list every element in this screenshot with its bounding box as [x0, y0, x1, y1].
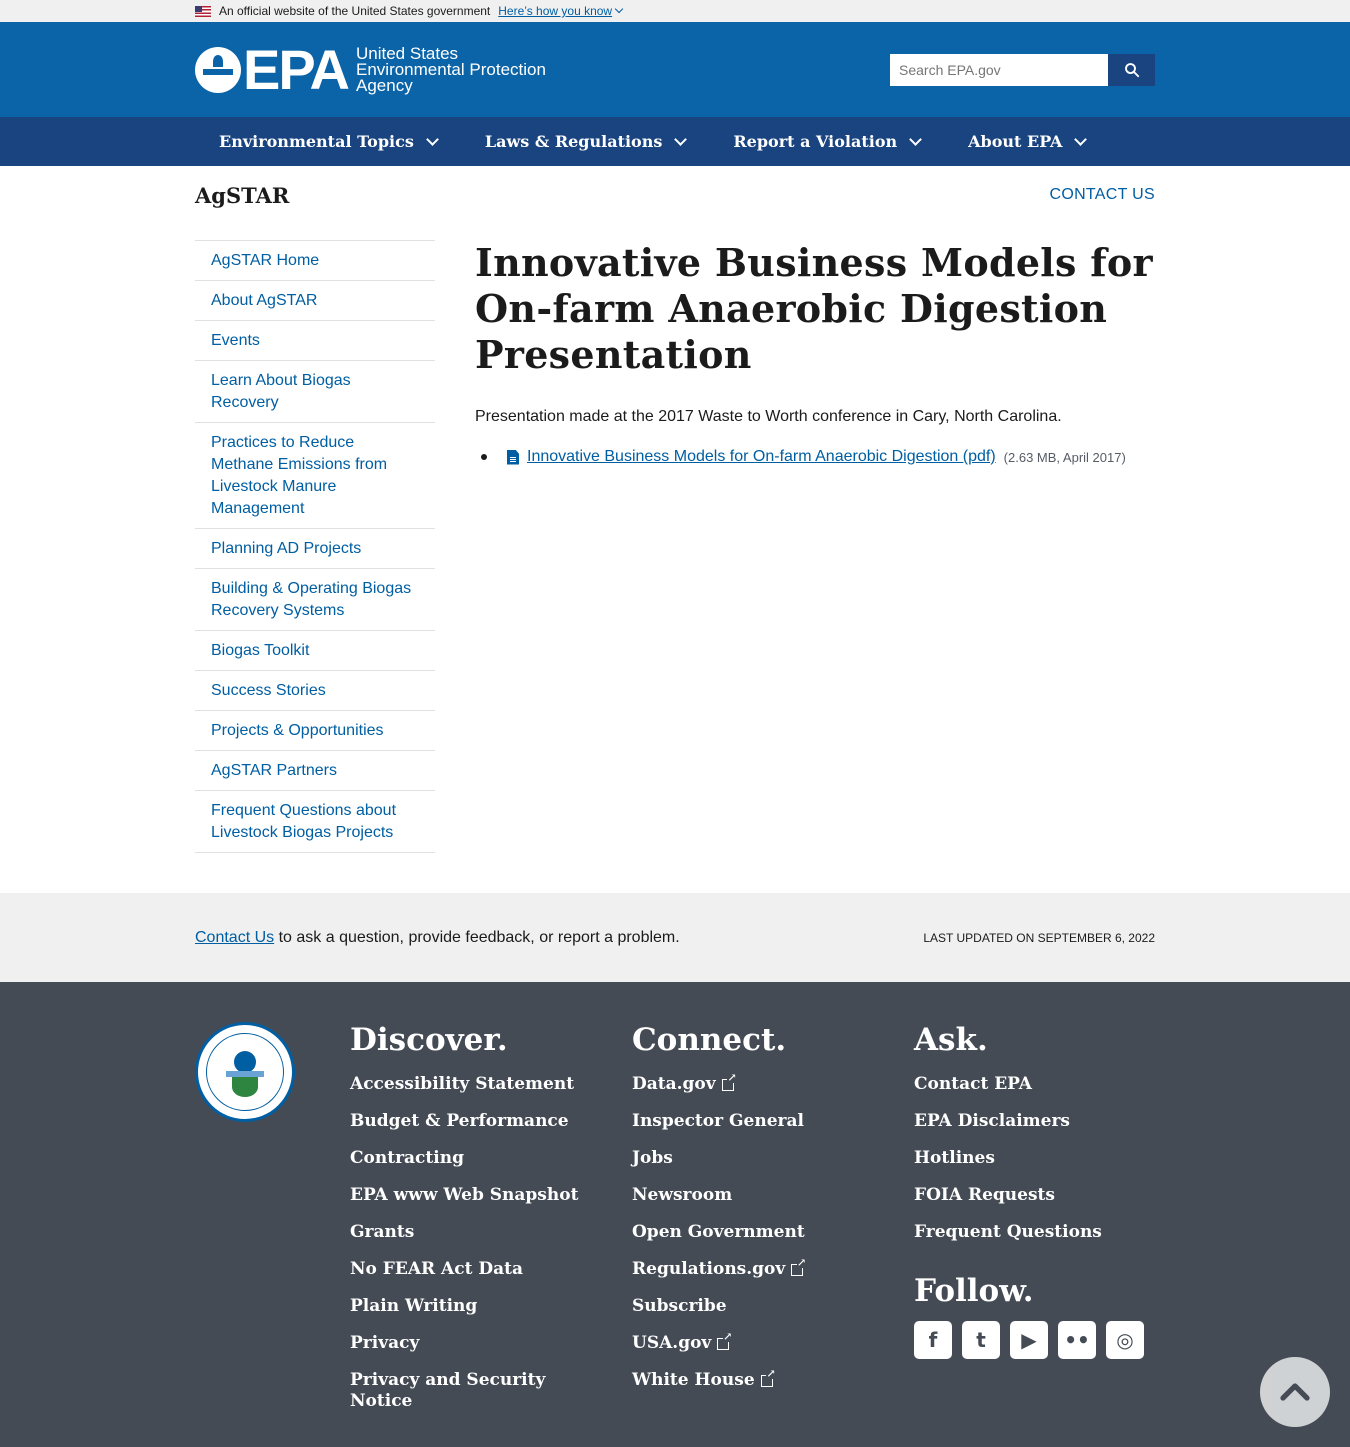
footer-follow: Follow. f t ▶ •• ◎	[914, 1273, 1196, 1359]
chevron-down-icon	[674, 132, 688, 146]
footer-link[interactable]: Grants	[350, 1214, 580, 1251]
epa-flower-icon	[195, 46, 241, 93]
footer-link[interactable]: FOIA Requests	[914, 1177, 1144, 1214]
back-to-top-button[interactable]	[1260, 1357, 1330, 1427]
external-link-icon	[717, 1331, 733, 1350]
side-navigation: AgSTAR Home About AgSTAR Events Learn Ab…	[195, 240, 435, 853]
search-input[interactable]	[890, 53, 1108, 86]
footer-link[interactable]: No FEAR Act Data	[350, 1251, 580, 1288]
page-title: Innovative Business Models for On-farm A…	[475, 240, 1153, 377]
footer-connect: Connect. Data.gov Inspector General Jobs…	[632, 1022, 914, 1420]
bullet-icon	[481, 454, 487, 460]
facebook-icon[interactable]: f	[914, 1321, 952, 1359]
footer-link[interactable]: Contracting	[350, 1140, 580, 1177]
feedback-bar: Contact Us to ask a question, provide fe…	[0, 893, 1350, 982]
file-icon	[507, 449, 519, 465]
external-link-icon	[791, 1257, 807, 1276]
external-link-icon	[760, 1368, 776, 1387]
intro-text: Presentation made at the 2017 Waste to W…	[475, 408, 1062, 425]
sidenav-item-projects[interactable]: Projects & Opportunities	[195, 711, 435, 751]
nav-laws-regulations[interactable]: Laws & Regulations	[485, 132, 688, 151]
sidenav-item-methane-practices[interactable]: Practices to Reduce Methane Emissions fr…	[195, 423, 435, 529]
sidenav-item-biogas-toolkit[interactable]: Biogas Toolkit	[195, 631, 435, 671]
chevron-down-icon	[1074, 132, 1088, 146]
file-meta: (2.63 MB, April 2017)	[1003, 449, 1126, 465]
footer-link[interactable]: Hotlines	[914, 1140, 1144, 1177]
logo-acronym: EPA	[243, 37, 350, 101]
nav-about-epa[interactable]: About EPA	[968, 132, 1088, 151]
sidenav-item-planning-ad[interactable]: Planning AD Projects	[195, 529, 435, 569]
chevron-up-icon	[1280, 1383, 1310, 1401]
footer-link[interactable]: Data.gov	[632, 1066, 862, 1103]
footer-heading-connect: Connect.	[632, 1022, 787, 1058]
instagram-icon[interactable]: ◎	[1106, 1321, 1144, 1359]
flickr-icon[interactable]: ••	[1058, 1321, 1096, 1359]
twitter-icon[interactable]: t	[962, 1321, 1000, 1359]
chevron-down-icon	[909, 132, 922, 146]
youtube-icon[interactable]: ▶	[1010, 1321, 1048, 1359]
footer-link[interactable]: Inspector General	[632, 1103, 862, 1140]
chevron-down-icon	[614, 4, 624, 14]
search-button[interactable]	[1108, 53, 1155, 86]
heres-how-you-know-link[interactable]: Here’s how you know	[498, 4, 624, 18]
footer-link[interactable]: Jobs	[632, 1140, 862, 1177]
footer-link[interactable]: Open Government	[632, 1214, 862, 1251]
chevron-down-icon	[425, 132, 439, 146]
footer-link[interactable]: Subscribe	[632, 1288, 862, 1325]
footer-link[interactable]: Accessibility Statement	[350, 1066, 580, 1103]
footer-link[interactable]: Budget & Performance	[350, 1103, 580, 1140]
article-content: Innovative Business Models for On-farm A…	[475, 240, 1155, 852]
footer-link[interactable]: Frequent Questions	[914, 1214, 1144, 1251]
sidenav-item-faq[interactable]: Frequent Questions about Livestock Bioga…	[195, 791, 435, 853]
footer-heading-discover: Discover.	[350, 1022, 508, 1058]
contact-us-link[interactable]: CONTACT US	[1049, 186, 1155, 204]
external-link-icon	[721, 1072, 737, 1091]
footer-heading-follow: Follow.	[914, 1273, 1034, 1309]
sidenav-item-building-operating[interactable]: Building & Operating Biogas Recovery Sys…	[195, 569, 435, 631]
sidenav-item-about-agstar[interactable]: About AgSTAR	[195, 281, 435, 321]
pdf-download-link[interactable]: Innovative Business Models for On-farm A…	[527, 448, 996, 466]
footer-link[interactable]: Privacy	[350, 1325, 580, 1362]
sidenav-item-partners[interactable]: AgSTAR Partners	[195, 751, 435, 791]
footer-ask: Ask. Contact EPA EPA Disclaimers Hotline…	[914, 1022, 1196, 1420]
site-subheader: AgSTAR CONTACT US	[195, 166, 1155, 224]
epa-seal-icon	[195, 1022, 295, 1122]
sidenav-item-agstar-home[interactable]: AgSTAR Home	[195, 241, 435, 281]
main-nav: Environmental Topics Laws & Regulations …	[0, 117, 1350, 166]
logo-agency-name: United States Environmental Protection A…	[356, 43, 546, 95]
feedback-contact-link[interactable]: Contact Us	[195, 929, 274, 946]
footer-link[interactable]: EPA www Web Snapshot	[350, 1177, 580, 1214]
nav-report-violation[interactable]: Report a Violation	[733, 132, 922, 151]
site-footer: Discover. Accessibility Statement Budget…	[0, 982, 1350, 1447]
nav-environmental-topics[interactable]: Environmental Topics	[219, 132, 439, 151]
social-links: f t ▶ •• ◎	[914, 1321, 1196, 1359]
footer-link[interactable]: Plain Writing	[350, 1288, 580, 1325]
file-list: Innovative Business Models for On-farm A…	[475, 448, 1155, 466]
sidenav-item-learn-biogas[interactable]: Learn About Biogas Recovery	[195, 361, 435, 423]
gov-banner: An official website of the United States…	[0, 0, 1350, 22]
footer-link[interactable]: Privacy and Security Notice	[350, 1362, 580, 1420]
footer-link[interactable]: Newsroom	[632, 1177, 862, 1214]
footer-link[interactable]: USA.gov	[632, 1325, 862, 1362]
search-form	[890, 53, 1155, 86]
footer-link[interactable]: Contact EPA	[914, 1066, 1144, 1103]
epa-logo[interactable]: EPA United States Environmental Protecti…	[195, 37, 546, 101]
footer-link[interactable]: White House	[632, 1362, 862, 1399]
feedback-text: Contact Us to ask a question, provide fe…	[195, 928, 680, 946]
footer-discover: Discover. Accessibility Statement Budget…	[350, 1022, 632, 1420]
sidenav-item-success-stories[interactable]: Success Stories	[195, 671, 435, 711]
search-icon	[1124, 62, 1139, 77]
us-flag-icon	[195, 5, 211, 17]
main-content-area: AgSTAR Home About AgSTAR Events Learn Ab…	[195, 240, 1155, 853]
list-item: Innovative Business Models for On-farm A…	[475, 448, 1155, 466]
footer-link[interactable]: Regulations.gov	[632, 1251, 862, 1288]
footer-heading-ask: Ask.	[914, 1022, 988, 1058]
site-name: AgSTAR	[195, 182, 290, 208]
gov-banner-text: An official website of the United States…	[219, 4, 491, 18]
footer-link[interactable]: EPA Disclaimers	[914, 1103, 1144, 1140]
sidenav-item-events[interactable]: Events	[195, 321, 435, 361]
site-header: EPA United States Environmental Protecti…	[0, 22, 1350, 117]
last-updated: LAST UPDATED ON SEPTEMBER 6, 2022	[923, 930, 1155, 945]
